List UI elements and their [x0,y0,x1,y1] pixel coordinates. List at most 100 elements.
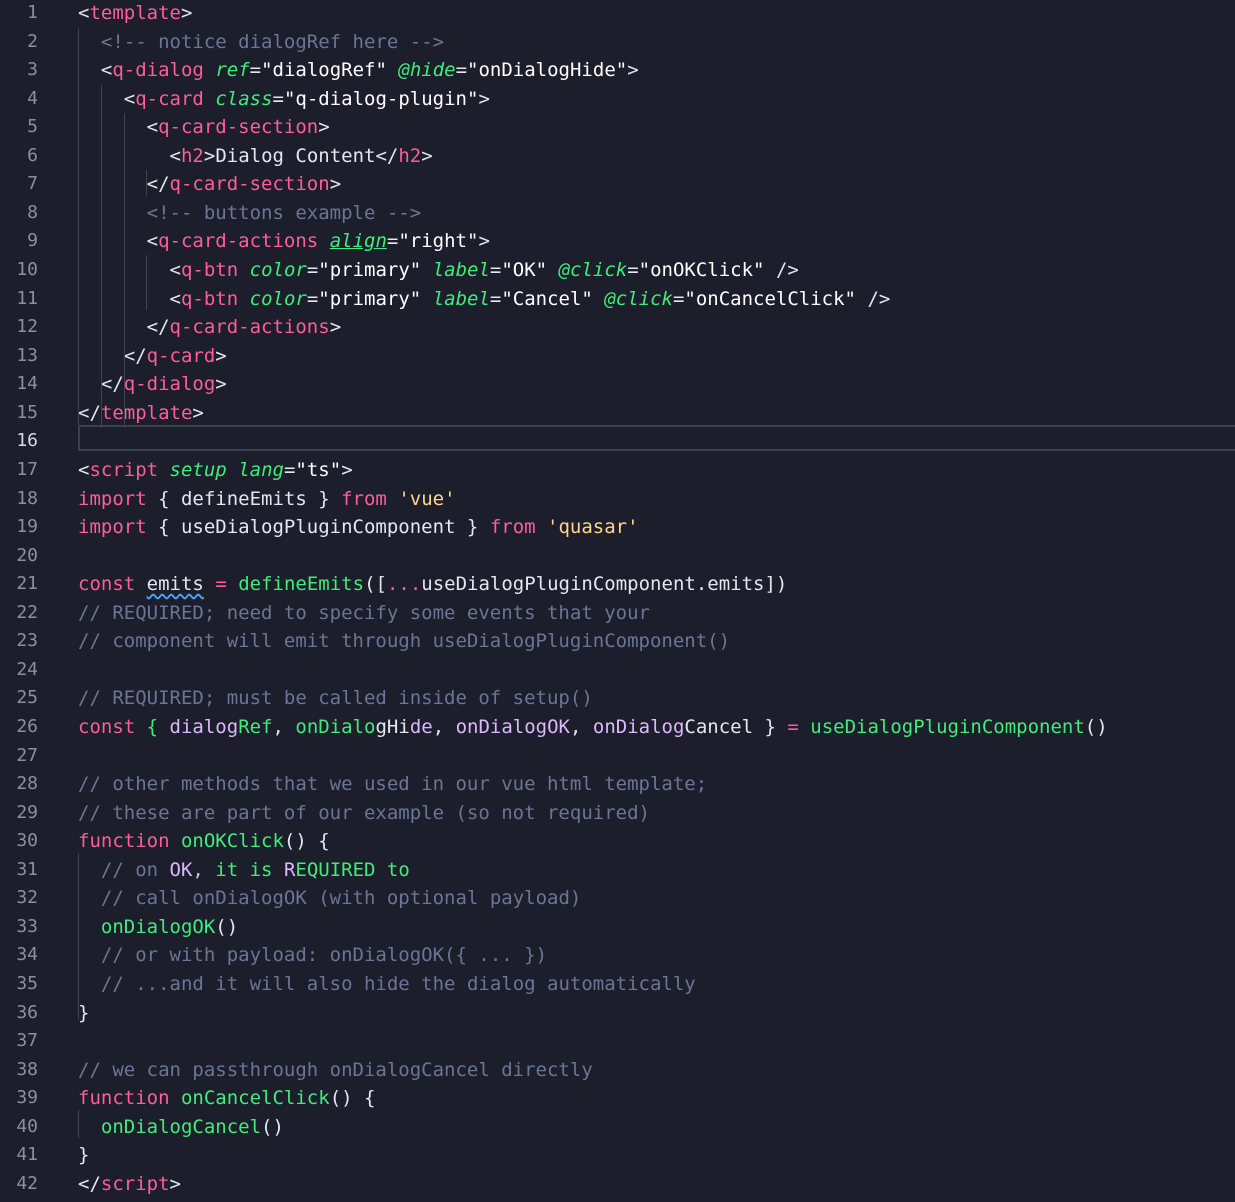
code-token: > [215,344,227,367]
code-line[interactable]: 28 // other methods that we used in our v… [0,770,1235,799]
code-token: () { [283,830,330,853]
code-line[interactable]: 35 // ...and it will also hide the dialo… [0,970,1235,999]
code-token: = [627,259,639,282]
indent-guide [146,170,147,196]
code-token: onDialog [592,716,685,738]
line-number: 27 [16,744,38,766]
indent-guide [78,1110,79,1138]
code-line[interactable]: 8 <!-- buttons example --> [0,199,1235,228]
code-token: q-card-actions [158,230,319,253]
code-line[interactable]: 10 <q-btn color="primary" label="OK" @cl… [0,256,1235,285]
code-text: // REQUIRED; must be called inside of se… [78,684,593,713]
code-token: template [100,401,193,424]
code-line[interactable]: 27 [0,742,1235,771]
code-text: <q-btn color="primary" label="OK" @click… [78,256,799,285]
code-line[interactable]: 40 onDialogCancel() [0,1113,1235,1142]
code-line[interactable]: 41} [0,1141,1235,1170]
code-line[interactable]: 30 function onOKClick() { [0,827,1235,856]
code-line[interactable]: 20 [0,542,1235,571]
code-token: // REQUIRED; must be called inside of se… [78,687,593,710]
line-number: 5 [27,116,38,138]
line-number: 29 [16,801,38,823]
code-line[interactable]: 2 <!-- notice dialogRef here --> [0,28,1235,57]
code-token: ... [386,573,422,596]
code-line[interactable]: 13 </q-card> [0,342,1235,371]
code-token: , [569,716,593,738]
code-line[interactable]: 21 const emits = defineEmits([...useDialo… [0,570,1235,599]
code-line[interactable]: 18 import { defineEmits } from 'vue' [0,485,1235,514]
code-token: > [329,316,342,339]
code-token: "primary" [318,287,422,310]
code-token: = [489,259,502,282]
code-line[interactable]: 9 <q-card-actions align="right"> [0,227,1235,256]
code-token: > [478,87,490,110]
code-line[interactable]: 1 <template> [0,0,1235,28]
code-text: onDialogOK() [78,913,238,942]
code-line[interactable]: 3 <q-dialog ref="dialogRef" @hide="onDia… [0,56,1235,85]
code-line[interactable]: 33 onDialogOK() [0,913,1235,942]
code-line[interactable]: 39 function onCancelClick() { [0,1084,1235,1113]
code-line[interactable]: 29 // these are part of our example (so n… [0,799,1235,828]
code-token: } [78,1144,90,1167]
code-line[interactable]: 38 // we can passthrough onDialogCancel d… [0,1056,1235,1085]
line-number: 30 [16,830,38,852]
code-line[interactable]: 14 </q-dialog> [0,370,1235,399]
code-line[interactable]: 17 <script setup lang="ts"> [0,456,1235,485]
code-line[interactable]: 37 [0,1027,1235,1056]
code-line[interactable]: 25 // REQUIRED; must be called inside of … [0,684,1235,713]
code-line[interactable]: 5 <q-card-section> [0,113,1235,142]
code-line[interactable]: 19 import { useDialogPluginComponent } fr… [0,513,1235,542]
code-text: } [78,1141,89,1170]
code-token: </ [375,144,399,167]
code-line[interactable]: 6 <h2>Dialog Content</h2> [0,142,1235,171]
line-number: 42 [16,1172,38,1194]
code-token: from [341,487,387,510]
code-token: onCancelClick [180,1087,330,1110]
code-line[interactable]: 12 </q-card-actions> [0,313,1235,342]
code-line[interactable]: 24 [0,656,1235,685]
code-line[interactable]: 36} [0,999,1235,1028]
line-number: 24 [16,658,38,680]
code-line[interactable]: 32 // call onDialogOK (with optional pay… [0,884,1235,913]
code-editor[interactable]: 1 <template> 2 <!-- notice dialogRef here … [0,0,1235,1202]
code-token: @click [558,259,628,282]
code-token: </ [123,344,147,367]
code-token: R [283,858,296,881]
code-token: () [1084,716,1108,738]
code-token: "right" [398,230,479,253]
code-token: q-dialog [123,373,216,396]
code-line[interactable]: 16 [0,427,1235,456]
line-number: 11 [16,287,38,309]
code-token: } [78,1001,90,1024]
code-token: label [432,259,490,282]
code-line[interactable]: 15 </template> [0,399,1235,428]
code-line[interactable]: 23 // component will emit through useDial… [0,627,1235,656]
code-text: // REQUIRED; need to specify some events… [78,599,650,628]
code-line[interactable]: 22 // REQUIRED; need to specify some even… [0,599,1235,628]
line-number: 16 [16,430,38,452]
line-number: 12 [16,316,38,338]
code-line[interactable]: 4 <q-card class="q-dialog-plugin"> [0,85,1235,114]
code-line[interactable]: 26 const { dialogRef, onDialogHide, onDia… [0,713,1235,742]
code-token: </ [100,373,124,396]
code-token: gHi [375,716,410,738]
code-line[interactable]: 31 // on OK, it is REQUIRED to [0,856,1235,885]
code-token: > [627,59,639,82]
code-token: = [283,458,296,481]
code-token: const [78,573,136,596]
code-token: "Cancel" [501,287,593,310]
code-line[interactable]: 42 </script> [0,1170,1235,1199]
code-token: de [409,716,433,738]
code-line[interactable]: 7 </q-card-section> [0,170,1235,199]
line-number: 26 [16,716,38,737]
code-line[interactable]: 11 <q-btn color="primary" label="Cancel"… [0,285,1235,314]
code-line[interactable]: 34 // or with payload: onDialogOK({ ... … [0,941,1235,970]
